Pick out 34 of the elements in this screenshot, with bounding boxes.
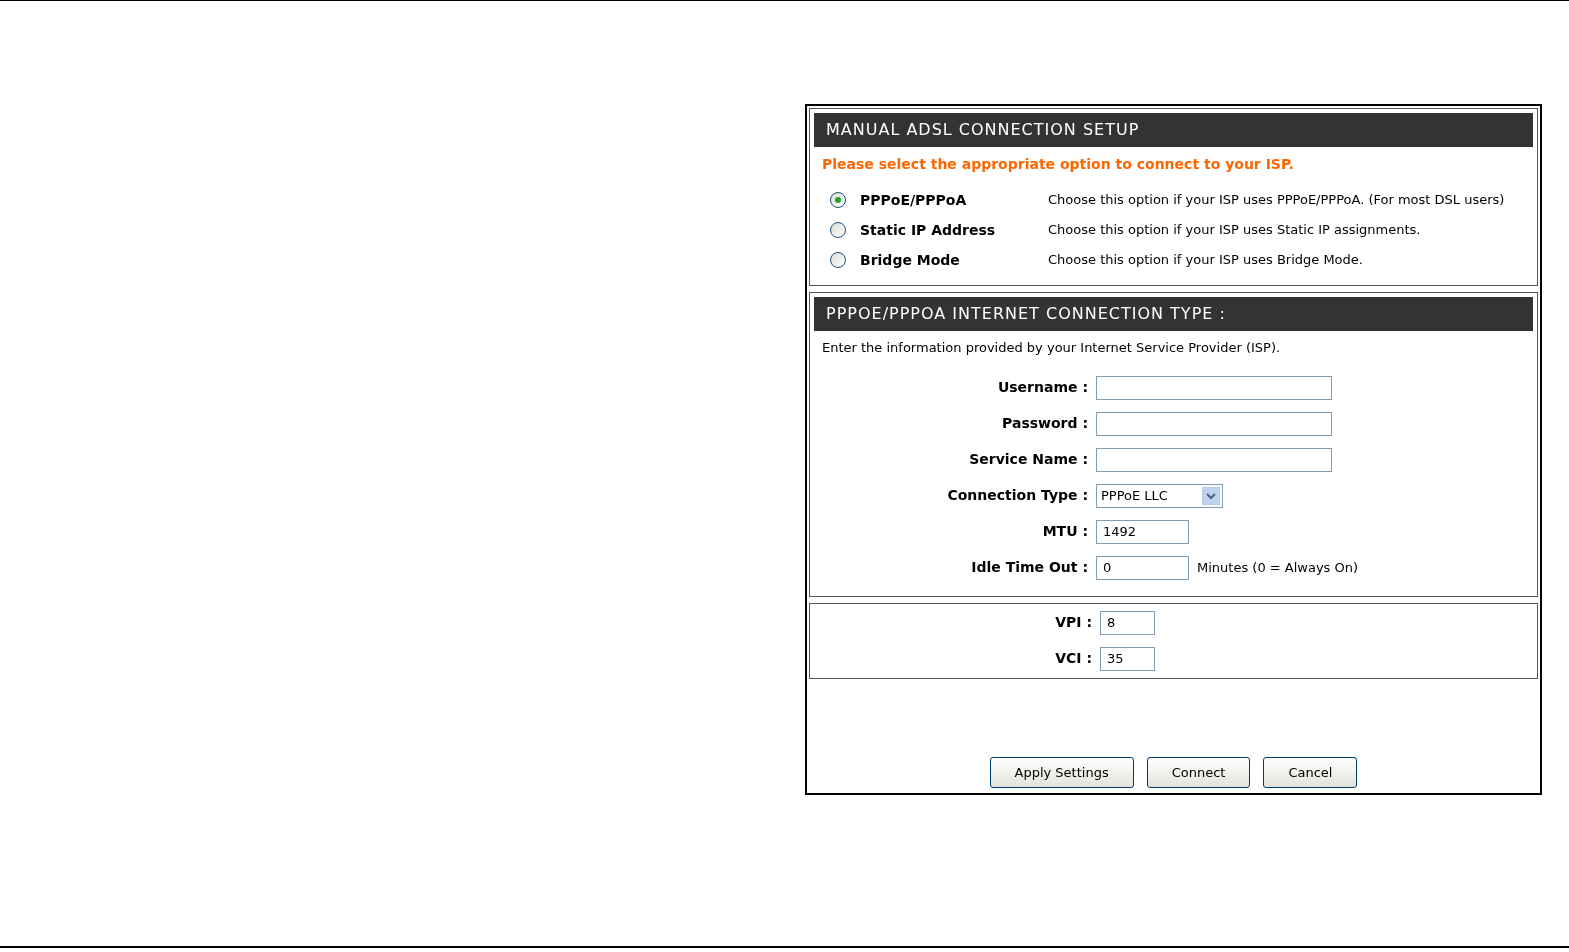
field-hint: Minutes (0 = Always On) — [1197, 558, 1359, 577]
field-label: VPI : — [1054, 613, 1093, 632]
intro-text: Enter the information provided by your Internet Service Provider (ISP). — [821, 339, 1282, 357]
option-label: Bridge Mode — [860, 250, 961, 270]
section-header: PPPOE/PPPOA INTERNET CONNECTION TYPE : — [814, 297, 1533, 331]
text-field[interactable]: 0 — [1096, 555, 1189, 580]
option-label: PPPoE/PPPoA — [860, 190, 968, 210]
action-button[interactable]: Cancel — [1263, 757, 1358, 788]
field-label: MTU : — [1041, 522, 1089, 541]
field-label: Service Name : — [968, 450, 1089, 469]
field-label: Password : — [1001, 414, 1089, 433]
radio-button[interactable] — [830, 192, 846, 208]
action-button[interactable]: Connect — [1146, 757, 1251, 788]
option-description: Choose this option if your ISP uses Bridge Mode. — [1048, 251, 1363, 270]
action-button[interactable]: Apply Settings — [989, 757, 1134, 788]
field-label: VCI : — [1054, 649, 1093, 668]
text-field[interactable] — [1096, 375, 1332, 400]
chevron-down-icon — [1202, 486, 1220, 505]
radio-button[interactable] — [830, 222, 846, 238]
text-field[interactable] — [1096, 411, 1332, 436]
text-field[interactable]: 8 — [1100, 610, 1155, 635]
option-description: Choose this option if your ISP uses Static IP assignments. — [1048, 221, 1421, 240]
text-field[interactable]: 1492 — [1096, 519, 1189, 544]
connection-type-dropdown[interactable]: PPPoE LLC — [1096, 483, 1223, 508]
option-description: Choose this option if your ISP uses PPPoE/PPPoA. (For most DSL users) — [1048, 191, 1505, 210]
field-label: Username : — [996, 378, 1089, 397]
field-label: Idle Time Out : — [970, 558, 1089, 577]
option-label: Static IP Address — [860, 220, 997, 240]
prompt-text: Please select the appropriate option to connect to your ISP. — [821, 155, 1295, 174]
radio-button[interactable] — [830, 252, 846, 268]
field-label: Connection Type : — [946, 486, 1089, 505]
text-field[interactable]: 35 — [1100, 646, 1155, 671]
text-field[interactable] — [1096, 447, 1332, 472]
section-header: MANUAL ADSL CONNECTION SETUP — [814, 113, 1533, 147]
